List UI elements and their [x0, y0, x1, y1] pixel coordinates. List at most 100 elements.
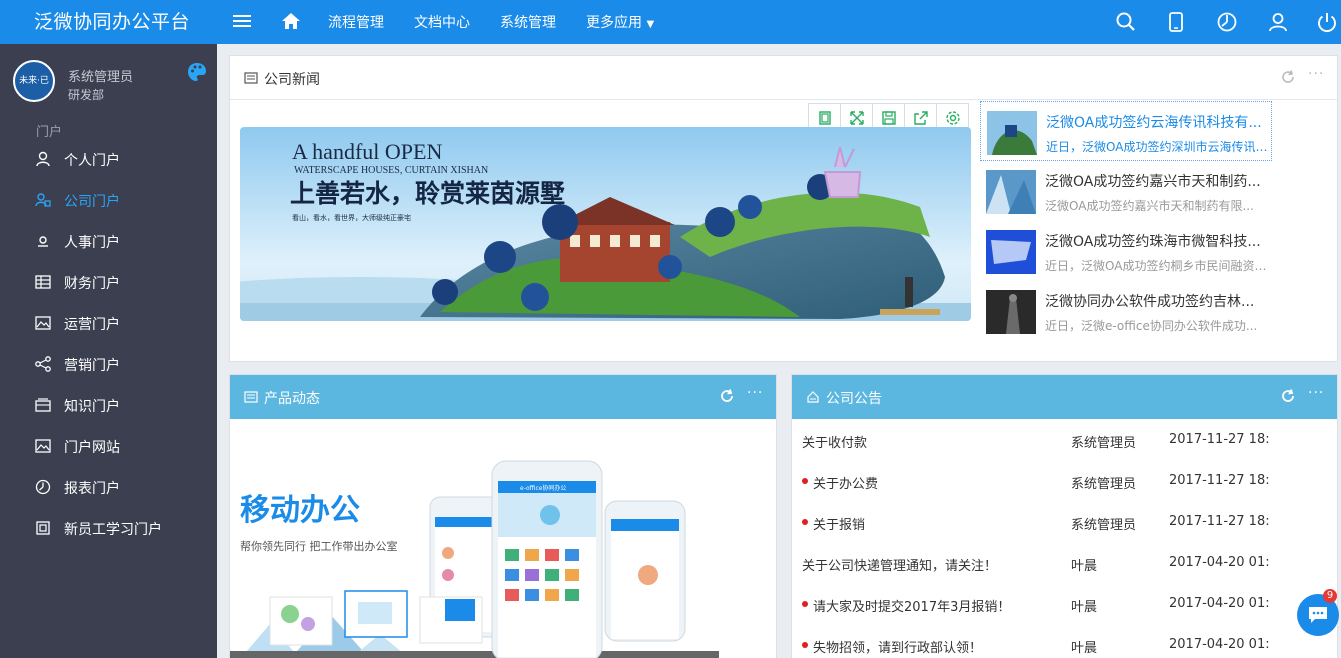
news-item[interactable]: 泛微OA成功签约珠海市微智科技... 近日，泛微OA成功签约桐乡市民间融资服..… [980, 221, 1272, 281]
palette-icon[interactable] [186, 61, 208, 83]
sidebar-item-label: 公司门户 [64, 194, 120, 210]
chat-icon [1309, 607, 1327, 623]
power-icon[interactable] [1316, 11, 1338, 33]
notice-date: 2017-04-20 01:32:2 [1169, 555, 1270, 570]
user-icon[interactable] [1267, 11, 1289, 33]
more-button[interactable]: ··· [1308, 385, 1324, 401]
news-banner-image[interactable]: A handful OPEN WATERSCAPE HOUSES, CURTAI… [240, 127, 971, 321]
notice-title: 关于办公费 [813, 477, 879, 492]
menu-toggle-icon[interactable] [233, 12, 251, 30]
product-tagline: 帮你领先同行 把工作带出办公室 [240, 539, 398, 553]
sidebar-item-label: 运营门户 [64, 317, 120, 333]
sidebar-item-personal[interactable]: 个人门户 [0, 140, 217, 180]
refresh-icon[interactable] [719, 388, 735, 404]
notice-row[interactable]: 关于报销 系统管理员 2017-11-27 18:22:3 [792, 502, 1336, 542]
panel-title: 产品动态 [264, 391, 320, 407]
megaphone-icon [807, 391, 819, 403]
sidebar-item-label: 营销门户 [64, 358, 120, 374]
notice-title: 关于公司快递管理通知，请关注！ [802, 559, 998, 574]
notice-row[interactable]: 关于收付款 系统管理员 2017-11-27 18:23:1 [792, 420, 1336, 460]
news-thumbnail [987, 111, 1037, 155]
news-summary: 近日，泛微OA成功签约桐乡市民间融资服... [1045, 259, 1267, 273]
grid-icon [36, 521, 50, 535]
news-summary: 泛微OA成功签约嘉兴市天和制药有限... [1045, 199, 1254, 213]
nav-workflow[interactable]: 流程管理 [328, 12, 384, 32]
sidebar-item-label: 个人门户 [64, 153, 120, 169]
banner-line-2: WATERSCAPE HOUSES, CURTAIN XISHAN [294, 165, 488, 176]
notice-row[interactable]: 关于公司快递管理通知，请关注！ 叶晨 2017-04-20 01:32:2 [792, 543, 1336, 583]
notice-title: 失物招领，请到行政部认领！ [813, 641, 983, 656]
hr-icon [38, 236, 48, 247]
dashboard-icon[interactable] [1216, 11, 1238, 33]
news-item[interactable]: 泛微OA成功签约嘉兴市天和制药... 泛微OA成功签约嘉兴市天和制药有限... [980, 161, 1272, 221]
notice-author: 系统管理员 [1071, 436, 1137, 451]
image-icon [35, 439, 51, 453]
nav-more-apps[interactable]: 更多应用 ▼ [586, 12, 654, 32]
nav-more-label: 更多应用 [586, 15, 642, 31]
person-icon [36, 151, 50, 167]
panel-title: 公司公告 [826, 391, 882, 407]
notice-title: 请大家及时提交2017年3月报销！ [813, 600, 1011, 615]
notice-title: 关于收付款 [802, 436, 868, 451]
sidebar-item-label: 门户网站 [64, 440, 120, 456]
sidebar-item-operations[interactable]: 运营门户 [0, 304, 217, 344]
sidebar-item-reports[interactable]: 报表门户 [0, 468, 217, 508]
mobile-icon[interactable] [1165, 11, 1187, 33]
notice-row[interactable]: 请大家及时提交2017年3月报销！ 叶晨 2017-04-20 01:28:1 [792, 584, 1336, 624]
notice-date: 2017-04-20 01:25:5 [1169, 637, 1270, 652]
unread-dot-icon [802, 601, 808, 607]
notice-date: 2017-11-27 18:23:1 [1169, 432, 1270, 447]
sidebar-item-label: 新员工学习门户 [64, 522, 162, 538]
refresh-icon[interactable] [1280, 388, 1296, 404]
books-icon [35, 398, 51, 412]
app-title: 泛微协同办公平台 [34, 11, 191, 33]
sidebar-item-finance[interactable]: 财务门户 [0, 263, 217, 303]
image-icon [35, 316, 51, 330]
sidebar-item-label: 财务门户 [64, 276, 120, 292]
notice-date: 2017-11-27 18:22:3 [1169, 514, 1270, 529]
top-bar: 泛微协同办公平台 流程管理 文档中心 系统管理 更多应用 ▼ [0, 0, 1341, 44]
sidebar-item-label: 报表门户 [64, 481, 120, 497]
unread-dot-icon [802, 478, 808, 484]
banner-line-3: 上善若水，聆赏莱茵源墅 [290, 179, 565, 208]
clock-icon [35, 479, 51, 495]
news-title: 泛微协同办公软件成功签约吉林... [1045, 294, 1255, 310]
news-item[interactable]: 泛微OA成功签约云海传讯科技有... 近日，泛微OA成功签约深圳市云海传讯科..… [980, 101, 1272, 161]
sidebar-item-company[interactable]: 公司门户 [0, 181, 217, 221]
refresh-icon[interactable] [1280, 69, 1296, 85]
newspaper-icon [244, 391, 258, 403]
more-button[interactable]: ··· [747, 385, 763, 401]
nav-documents[interactable]: 文档中心 [414, 12, 470, 32]
panel-title: 公司新闻 [264, 72, 320, 88]
home-icon[interactable] [281, 11, 301, 31]
sidebar-item-label: 知识门户 [64, 399, 120, 415]
sidebar-item-website[interactable]: 门户网站 [0, 427, 217, 467]
user-name: 系统管理员 [68, 70, 134, 85]
sidebar-item-knowledge[interactable]: 知识门户 [0, 386, 217, 426]
sidebar-item-label: 人事门户 [64, 235, 120, 251]
notice-author: 系统管理员 [1071, 477, 1137, 492]
notice-date: 2017-11-27 18:22:5 [1169, 473, 1270, 488]
notice-author: 叶晨 [1071, 641, 1098, 656]
banner-line-1: A handful OPEN [292, 139, 442, 164]
phone-header-text: e-office协同办公 [520, 484, 566, 492]
news-thumbnail [986, 290, 1036, 334]
sidebar-item-hr[interactable]: 人事门户 [0, 222, 217, 262]
notice-author: 系统管理员 [1071, 518, 1137, 533]
nav-system[interactable]: 系统管理 [500, 12, 556, 32]
news-item[interactable]: 泛微协同办公软件成功签约吉林... 近日，泛微e-office协同办公软件成功.… [980, 281, 1272, 341]
notice-panel: 公司公告 ··· 关于收付款系统管理员2017-11-27 18:23:1关于办… [791, 374, 1338, 658]
news-title: 泛微OA成功签约云海传讯科技有... [1046, 115, 1262, 131]
product-headline: 移动办公 [240, 493, 360, 528]
more-button[interactable]: ··· [1308, 66, 1324, 82]
avatar[interactable]: 未来·已来 [13, 60, 55, 102]
sidebar-item-marketing[interactable]: 营销门户 [0, 345, 217, 385]
sidebar-item-new-employee[interactable]: 新员工学习门户 [0, 509, 217, 549]
product-image[interactable]: e-office协同办公 移动办公 帮你领先同行 把工作带出办公室 [230, 419, 776, 658]
share-icon [35, 356, 51, 372]
search-icon[interactable] [1115, 11, 1137, 33]
chat-badge: 9 [1323, 589, 1337, 603]
notice-row[interactable]: 关于办公费 系统管理员 2017-11-27 18:22:5 [792, 461, 1336, 501]
notice-row[interactable]: 失物招领，请到行政部认领！ 叶晨 2017-04-20 01:25:5 [792, 625, 1336, 658]
avatar-text: 未来·已来 [19, 76, 49, 86]
